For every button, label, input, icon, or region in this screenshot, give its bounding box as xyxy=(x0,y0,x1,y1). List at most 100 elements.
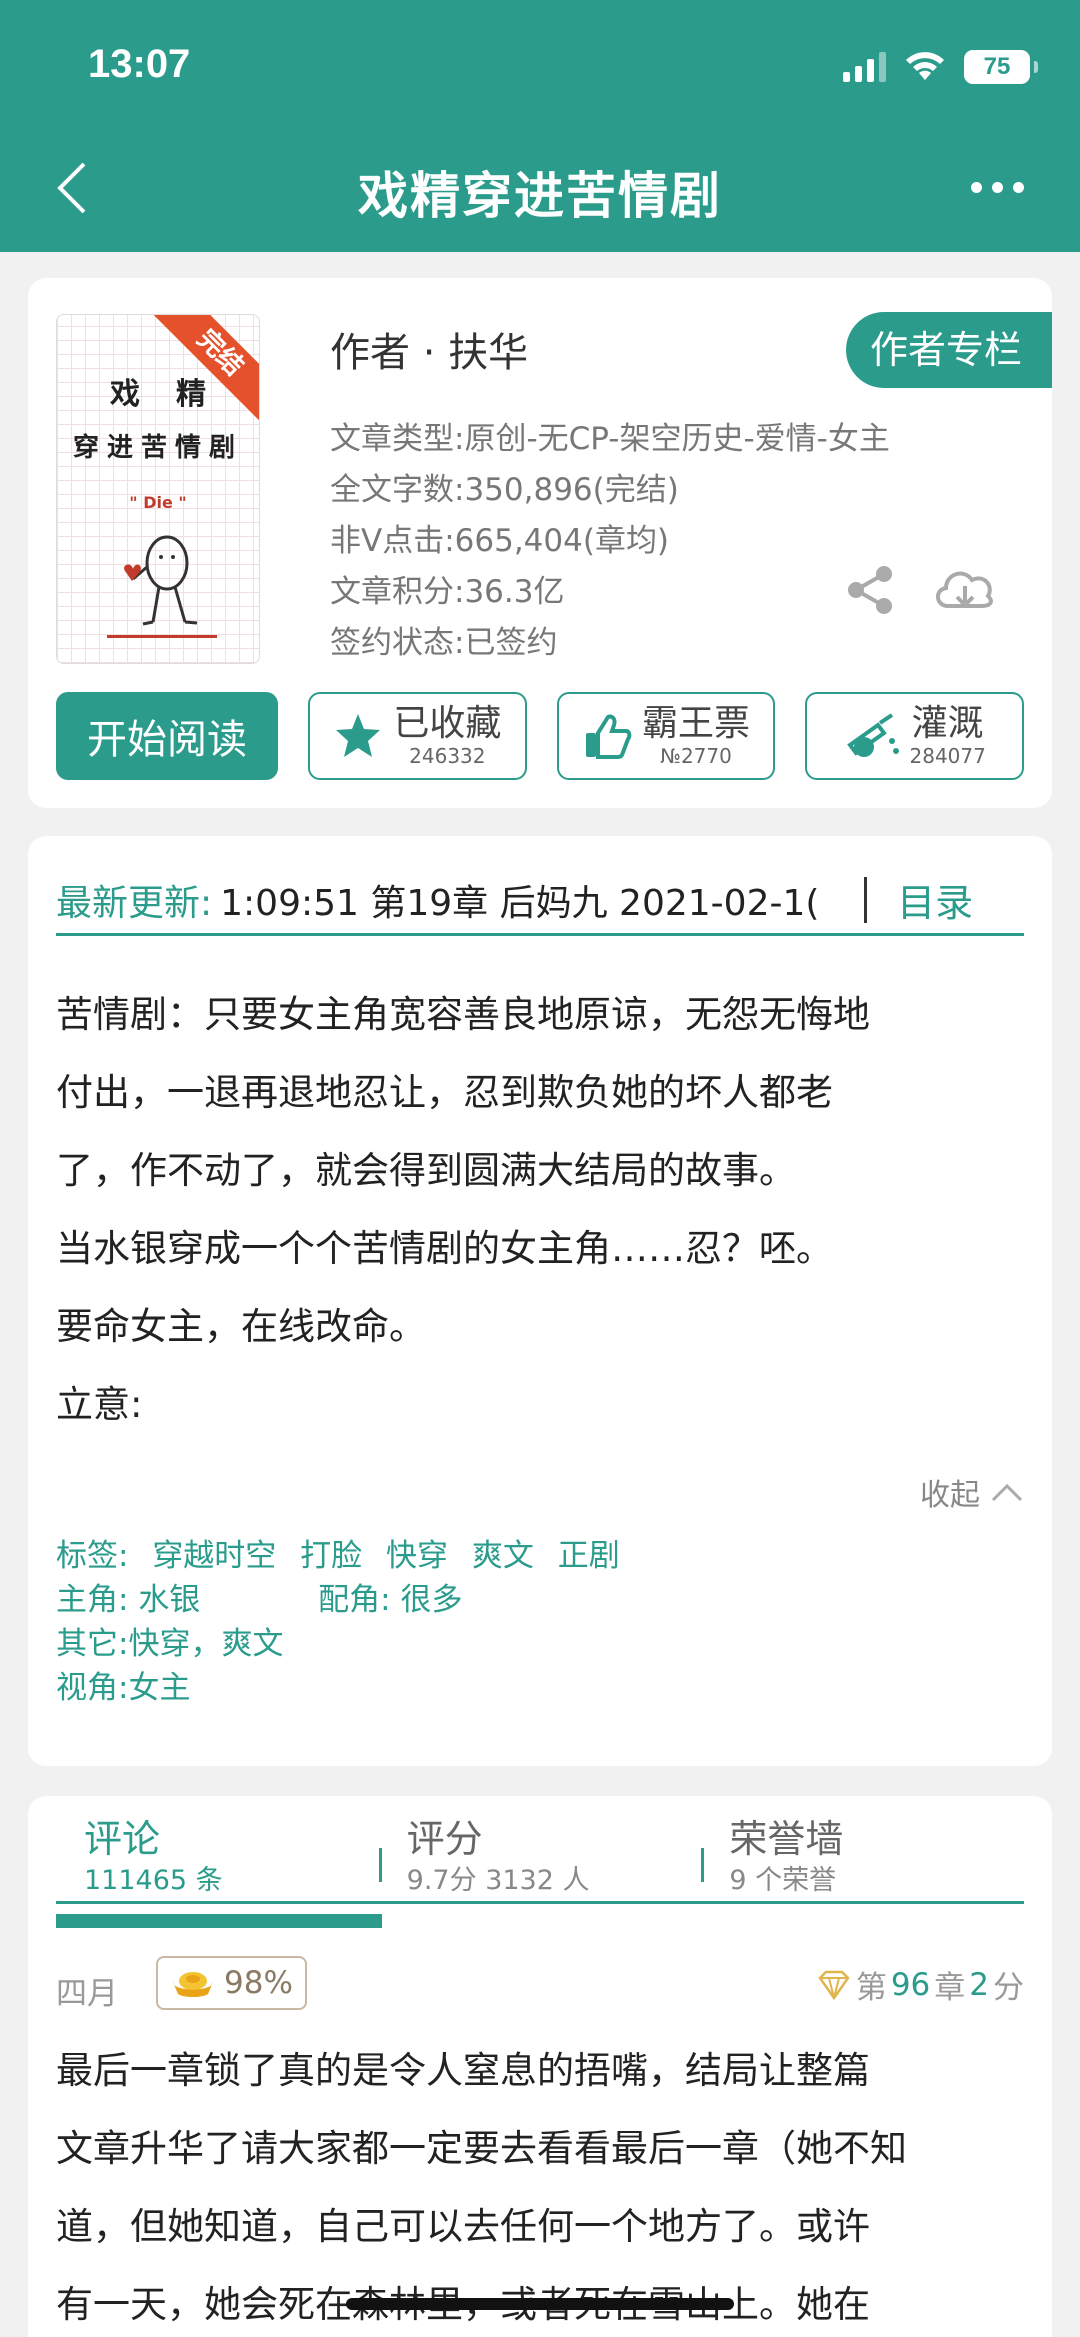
collect-label: 已收藏 xyxy=(393,703,502,744)
tags-section: 标签: 穿越时空 打脸 快穿 爽文 正剧 主角: 水银 配角: 很多 其它:快穿… xyxy=(56,1534,620,1710)
action-buttons: 开始阅读 已收藏 246332 霸王票 №2770 灌溉 284077 xyxy=(56,692,1025,780)
meta-clicks: 非V点击:665,404(章均) xyxy=(330,523,670,559)
update-label: 最新更新: xyxy=(56,882,213,924)
vote-count: №2770 xyxy=(660,744,732,768)
comment-user[interactable]: 四月 xyxy=(56,1968,118,2013)
other-value[interactable]: 快穿，爽文 xyxy=(128,1626,283,1662)
tab-rating-title: 评分 xyxy=(406,1817,483,1861)
chapter-number: 96 xyxy=(890,1966,931,2003)
cover-die-text: " Die " xyxy=(129,493,187,512)
tab-rating-sub: 9.7分 3132 人 xyxy=(406,1865,590,1896)
tab-rating[interactable]: 评分 9.7分 3132 人 xyxy=(378,1812,702,1901)
vote-button[interactable]: 霸王票 №2770 xyxy=(556,692,776,780)
intro-line: 立意: xyxy=(56,1383,143,1426)
header-bar: 13:07 75 戏精穿进苦情剧 xyxy=(0,0,1080,252)
comments-card: 评论 111465 条 评分 9.7分 3132 人 荣誉墙 9 个荣誉 四月 … xyxy=(28,1796,1052,2337)
watering-can-icon xyxy=(846,713,899,757)
status-time: 13:07 xyxy=(88,42,191,86)
thumbs-up-icon xyxy=(586,714,632,759)
author-column-button[interactable]: 作者专栏 xyxy=(845,312,1052,388)
status-icons: 75 xyxy=(843,50,1038,84)
tags-label: 标签: xyxy=(56,1538,129,1574)
view-label: 视角: xyxy=(56,1670,129,1706)
chapter-suffix: 章 xyxy=(934,1970,966,2006)
comment-score: 2 xyxy=(969,1966,989,2003)
badge-percent: 98% xyxy=(224,1965,293,2001)
water-label: 灌溉 xyxy=(911,703,984,744)
vote-label: 霸王票 xyxy=(642,703,751,744)
collect-button[interactable]: 已收藏 246332 xyxy=(308,692,527,780)
comment-tabs: 评论 111465 条 评分 9.7分 3132 人 荣誉墙 9 个荣誉 xyxy=(56,1812,1024,1904)
download-icon[interactable] xyxy=(930,560,1000,616)
tab-indicator xyxy=(56,1914,382,1928)
lead-label: 主角: xyxy=(56,1582,129,1618)
toc-link[interactable]: 目录 xyxy=(897,872,973,927)
meta-type: 文章类型:原创-无CP-架空历史-爱情-女主 xyxy=(330,421,890,457)
diamond-icon xyxy=(818,1970,850,2000)
comment-badge: 98% xyxy=(156,1956,307,2010)
battery-icon: 75 xyxy=(964,50,1038,84)
comment-line: 道，但她知道，自己可以去任何一个地方了。或许 xyxy=(56,2205,870,2248)
comment-line: 最后一章锁了真的是令人窒息的捂嘴，结局让整篇 xyxy=(56,2049,870,2092)
update-divider xyxy=(864,876,868,923)
tab-divider xyxy=(378,1848,382,1882)
book-meta: 文章类型:原创-无CP-架空历史-爱情-女主 全文字数:350,896(完结) … xyxy=(330,414,890,669)
collect-count: 246332 xyxy=(409,744,486,768)
star-icon xyxy=(336,714,381,757)
support-value[interactable]: 很多 xyxy=(400,1582,462,1618)
tab-honor-title: 荣誉墙 xyxy=(729,1817,844,1861)
signal-icon xyxy=(843,52,886,82)
water-count: 284077 xyxy=(909,744,986,768)
score-unit: 分 xyxy=(993,1970,1024,2006)
water-button[interactable]: 灌溉 284077 xyxy=(805,692,1025,780)
tag-item[interactable]: 爽文 xyxy=(472,1538,534,1574)
tab-comments[interactable]: 评论 111465 条 xyxy=(56,1812,379,1901)
support-label: 配角: xyxy=(318,1582,391,1618)
tag-item[interactable]: 穿越时空 xyxy=(152,1538,276,1574)
wifi-icon xyxy=(906,52,944,80)
tag-item[interactable]: 快穿 xyxy=(386,1538,448,1574)
tab-divider xyxy=(701,1848,705,1882)
meta-score: 文章积分:36.3亿 xyxy=(330,574,565,610)
comment-line: 文章升华了请大家都一定要去看看最后一章（她不知 xyxy=(56,2127,907,2170)
tab-honor-wall[interactable]: 荣誉墙 9 个荣誉 xyxy=(701,1812,1024,1901)
intro-line: 付出，一退再退地忍让，忍到欺负她的坏人都老 xyxy=(56,1071,833,1114)
meta-word-count: 全文字数:350,896(完结) xyxy=(330,472,679,508)
view-row: 视角:女主 xyxy=(56,1666,620,1710)
description-card: 最新更新: 1:09:51 第19章 后妈九 2021-02-1( 目录 苦情剧… xyxy=(28,836,1052,1766)
comment-body[interactable]: 最后一章锁了真的是令人窒息的捂嘴，结局让整篇 文章升华了请大家都一定要去看看最后… xyxy=(56,2032,1042,2337)
view-value[interactable]: 女主 xyxy=(128,1670,190,1706)
tags-row: 标签: 穿越时空 打脸 快穿 爽文 正剧 xyxy=(56,1534,620,1578)
book-cover[interactable]: 戏精 穿进苦情剧 " Die " 完结 xyxy=(56,314,260,664)
chevron-up-icon xyxy=(991,1483,1023,1502)
cover-floor-line xyxy=(107,635,217,638)
intro-line: 苦情剧：只要女主角宽容善良地原谅，无怨无悔地 xyxy=(56,993,870,1036)
intro-line: 要命女主，在线改命。 xyxy=(56,1305,426,1348)
cover-figure-illustration xyxy=(124,535,198,626)
latest-update-row[interactable]: 最新更新: 1:09:51 第19章 后妈九 2021-02-1( 目录 xyxy=(56,866,1024,936)
roles-row: 主角: 水银 配角: 很多 xyxy=(56,1578,620,1622)
tag-item[interactable]: 打脸 xyxy=(300,1538,362,1574)
lead-value[interactable]: 水银 xyxy=(138,1578,308,1622)
share-icon[interactable] xyxy=(842,562,898,618)
other-row: 其它:快穿，爽文 xyxy=(56,1622,620,1666)
tag-item[interactable]: 正剧 xyxy=(558,1538,620,1574)
book-info-card: 戏精 穿进苦情剧 " Die " 完结 作者 · 扶华 作者专栏 文章类型:原创… xyxy=(28,278,1052,808)
more-icon[interactable] xyxy=(971,182,1024,193)
meta-sign-status: 签约状态:已签约 xyxy=(330,625,558,661)
update-text[interactable]: 1:09:51 第19章 后妈九 2021-02-1( xyxy=(220,874,846,926)
start-reading-button[interactable]: 开始阅读 xyxy=(56,692,278,780)
home-indicator[interactable] xyxy=(346,2298,734,2310)
collapse-button[interactable]: 收起 xyxy=(920,1470,1024,1514)
comment-chapter-info: 第 96 章 2 分 xyxy=(816,1962,1024,2007)
chapter-prefix: 第 xyxy=(855,1970,887,2006)
tab-honor-sub: 9 个荣誉 xyxy=(729,1865,837,1896)
author-name[interactable]: 作者 · 扶华 xyxy=(330,320,528,378)
book-introduction: 苦情剧：只要女主角宽容善良地原谅，无怨无悔地 付出，一退再退地忍让，忍到欺负她的… xyxy=(56,976,1024,1444)
intro-line: 当水银穿成一个个苦情剧的女主角……忍？呸。 xyxy=(56,1227,833,1270)
page-title: 戏精穿进苦情剧 xyxy=(358,167,722,225)
other-label: 其它: xyxy=(56,1626,129,1662)
intro-line: 了，作不动了，就会得到圆满大结局的故事。 xyxy=(56,1149,796,1192)
tab-comments-title: 评论 xyxy=(84,1817,161,1861)
collapse-label: 收起 xyxy=(920,1478,980,1513)
